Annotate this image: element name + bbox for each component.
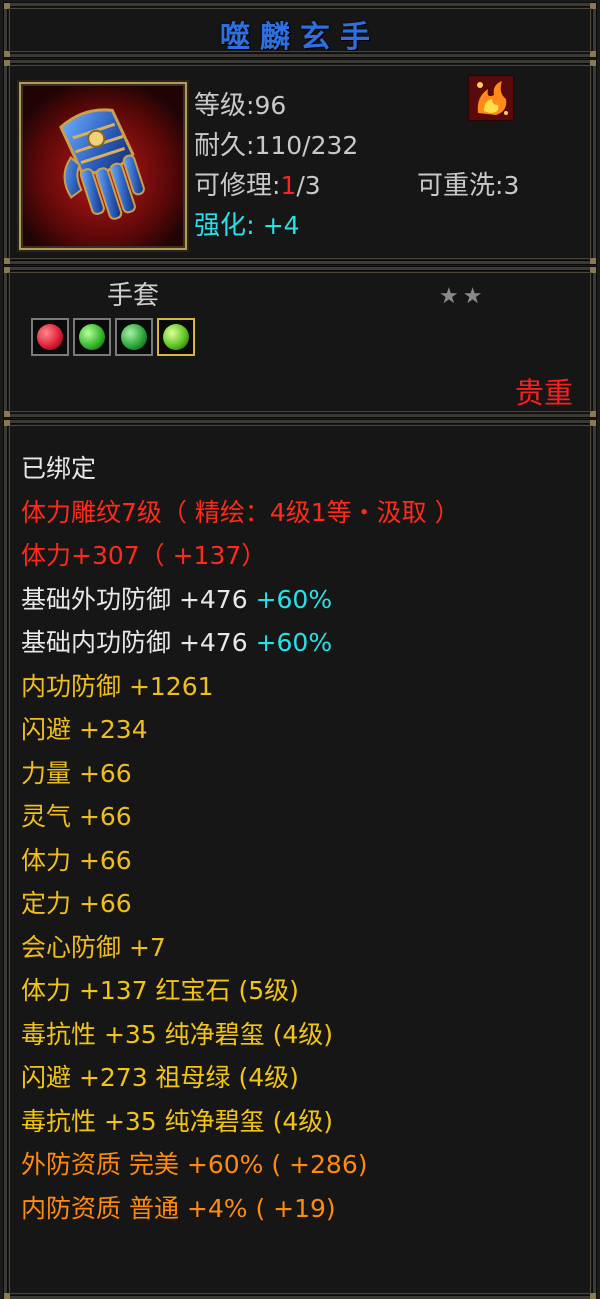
stat-line: 定力 +66: [21, 889, 132, 918]
quality-line: 外防资质 完美 +60% ( +286): [21, 1150, 368, 1179]
repair-label: 可修理: [194, 171, 273, 201]
stat-line: 闪避 +234: [21, 715, 148, 744]
item-stats-panel: 已绑定 体力雕纹7级（ 精绘：4级1等・汲取 ） 体力+307（ +137） 基…: [4, 420, 596, 1299]
stat-line: 体力 +66: [21, 845, 132, 875]
flame-effect-icon[interactable]: [468, 75, 514, 121]
gem-slot-4[interactable]: [157, 318, 195, 356]
enhance-row: 强化: +4: [194, 205, 300, 242]
inner-defense-pct: +60%: [255, 628, 333, 657]
repair-row: 可修理:1/3: [194, 165, 321, 202]
quality-line: 内防资质 普通 +4% ( +19): [21, 1193, 336, 1223]
repair-used: 1: [280, 171, 297, 200]
stamina-base-line: 体力+307（ +137）: [21, 541, 267, 570]
gauntlet-icon: [23, 86, 183, 246]
star-icon: ★: [462, 284, 483, 309]
ruby-gem-icon: [37, 324, 63, 350]
gem-slots: [31, 318, 195, 356]
gem-stat-line: 体力 +137 红宝石 (5级): [21, 976, 299, 1005]
enhance-value: +4: [254, 211, 300, 240]
stat-line: 力量 +66: [21, 758, 132, 788]
outer-defense-text: 基础外功防御 +476: [21, 584, 256, 614]
inner-defense-text: 基础内功防御 +476: [21, 628, 256, 657]
durability-row: 耐久:110/232: [194, 125, 358, 162]
gem-slot-1[interactable]: [31, 318, 69, 356]
outer-defense-pct: +60%: [255, 584, 333, 614]
green-gem-icon: [121, 324, 147, 350]
item-type-panel: 手套 ★ ★ 贵重: [4, 267, 596, 417]
gem-stat-line: 闪避 +273 祖母绿 (4级): [21, 1063, 299, 1092]
star-icon: ★: [439, 284, 459, 309]
item-name: 噬麟玄手: [220, 20, 380, 55]
green-gem-icon: [79, 324, 105, 350]
title-bar: 噬麟玄手: [4, 3, 596, 57]
durability-label: 耐久: [194, 131, 247, 161]
star-rating: ★ ★: [439, 284, 486, 309]
bound-status: 已绑定: [21, 454, 97, 483]
stat-line: 内功防御 +1261: [21, 671, 214, 701]
gem-slot-3[interactable]: [115, 318, 153, 356]
gem-stat-line: 毒抗性 +35 纯净碧玺 (4级): [21, 1019, 334, 1049]
rewash-label: 可重洗: [417, 171, 496, 201]
rewash-row: 可重洗:3: [417, 165, 519, 202]
item-header-panel: 等级:96 耐久:110/232 可修理:1/3 可重洗:3 强化: +4: [4, 60, 596, 264]
stat-line: 会心防御 +7: [21, 932, 166, 962]
item-type: 手套: [107, 281, 160, 311]
engraving-line: 体力雕纹7级（ 精绘：4级1等・汲取 ）: [21, 497, 460, 527]
emerald-gem-icon: [163, 324, 189, 350]
outer-defense-line: 基础外功防御 +476 +60%: [21, 578, 583, 622]
level-label: 等级: [194, 91, 247, 121]
level-row: 等级:96: [194, 85, 286, 122]
repair-total: /3: [296, 171, 321, 200]
inner-defense-line: 基础内功防御 +476 +60%: [21, 621, 583, 665]
item-icon-frame[interactable]: [19, 82, 187, 250]
stat-line: 灵气 +66: [21, 802, 132, 831]
enhance-label: 强化:: [194, 211, 255, 241]
gem-slot-2[interactable]: [73, 318, 111, 356]
rewash-value: :3: [495, 171, 520, 200]
level-value: :96: [246, 91, 287, 120]
durability-value: :110/232: [246, 131, 359, 160]
rarity-label: 贵重: [514, 376, 573, 410]
stat-list: 已绑定 体力雕纹7级（ 精绘：4级1等・汲取 ） 体力+307（ +137） 基…: [21, 447, 583, 1230]
gem-stat-line: 毒抗性 +35 纯净碧玺 (4级): [21, 1106, 334, 1136]
